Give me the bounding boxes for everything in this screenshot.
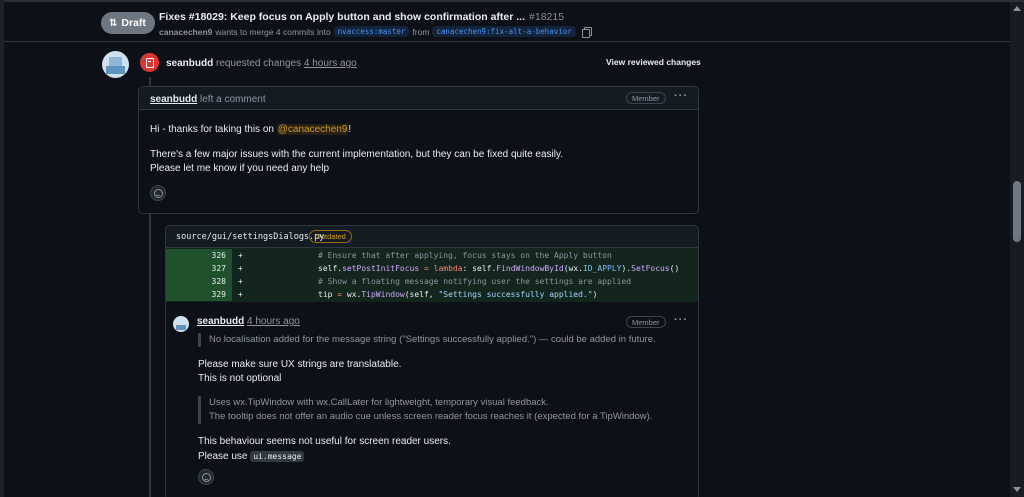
comment-header: seanbudd left a comment Member ··· <box>139 87 698 110</box>
review-action: requested changes <box>216 58 302 69</box>
line-number[interactable]: 326 <box>166 249 232 262</box>
kebab-horizontal-icon[interactable]: ··· <box>674 314 688 326</box>
draft-badge: ⇅ Draft <box>101 12 155 34</box>
diff-line: 328 + # Show a floating message notifyin… <box>166 275 698 288</box>
blockquote: Uses wx.TipWindow with wx.CallLater for … <box>198 396 652 424</box>
review-timestamp[interactable]: 4 hours ago <box>304 58 357 69</box>
reply-text: This is not optional <box>198 373 282 384</box>
reply-text: Please use ui.message <box>198 450 305 464</box>
file-path[interactable]: source/gui/settingsDialogs.py <box>176 232 324 242</box>
kebab-horizontal-icon[interactable]: ··· <box>674 90 688 102</box>
diff-code: # Ensure that after applying, focus stay… <box>318 251 612 260</box>
diff-line: 327 + self.setPostInitFocus = lambda: se… <box>166 262 698 275</box>
pr-title[interactable]: Fixes #18029: Keep focus on Apply button… <box>159 11 564 23</box>
smiley-icon[interactable] <box>150 185 166 201</box>
review-thread: source/gui/settingsDialogs.py Outdated 3… <box>165 225 699 497</box>
comment-line-2: There's a few major issues with the curr… <box>150 149 564 160</box>
file-diff-icon <box>140 53 159 72</box>
view-reviewed-changes-button[interactable]: View reviewed changes <box>606 57 701 67</box>
user-mention[interactable]: @canacechen9 <box>276 124 349 135</box>
line-number[interactable]: 328 <box>166 275 232 288</box>
window-left-border <box>0 0 4 497</box>
comment-author-link[interactable]: seanbudd <box>150 94 197 105</box>
comment-text: ! <box>348 124 352 135</box>
diff-sign: + <box>238 277 243 286</box>
blockquote: No localisation added for the message st… <box>198 333 656 347</box>
scrollbar-thumb[interactable] <box>1013 181 1021 242</box>
pr-sticky-header: ⇅ Draft Fixes #18029: Keep focus on Appl… <box>4 2 1010 42</box>
reply-header: seanbudd 4 hours ago <box>197 316 300 327</box>
scroll-down-arrow-icon[interactable] <box>1013 487 1021 492</box>
pr-author-link[interactable]: canacechen9 <box>159 27 212 37</box>
reply-text-prefix: Please use <box>198 451 251 462</box>
pr-title-text[interactable]: Fixes #18029: Keep focus on Apply button… <box>159 11 525 23</box>
diff-sign: + <box>238 264 243 273</box>
merge-from-text: from <box>412 26 430 37</box>
pr-number: #18215 <box>529 11 565 23</box>
diff-line: 329 + tip = wx.TipWindow(self, "Settings… <box>166 288 698 301</box>
diff-hunk: 326 + # Ensure that after applying, focu… <box>166 248 698 302</box>
avatar[interactable] <box>173 316 189 332</box>
inline-code: ui.message <box>250 451 305 462</box>
diff-sign: + <box>238 251 243 260</box>
member-badge: Member <box>626 92 666 104</box>
diff-code: # Show a floating message notifying user… <box>318 277 632 286</box>
merge-text: wants to merge 4 commits into <box>215 26 331 37</box>
comment-author-line: seanbudd left a comment <box>150 94 266 105</box>
reply-author-link[interactable]: seanbudd <box>197 316 244 327</box>
comment-line-3: Please let me know if you need any help <box>150 163 329 174</box>
head-branch[interactable]: canacechen9:fix-alt-a-behavior <box>432 26 576 37</box>
reply-timestamp[interactable]: 4 hours ago <box>247 316 300 327</box>
member-badge: Member <box>626 316 666 328</box>
diff-sign: + <box>238 290 243 299</box>
draft-label: Draft <box>121 17 146 29</box>
reply-text: Please make sure UX strings are translat… <box>198 359 402 370</box>
scroll-up-arrow-icon[interactable] <box>1013 6 1021 11</box>
review-event: seanbudd requested changes 4 hours ago <box>166 58 357 69</box>
reply-text: This behaviour seems not useful for scre… <box>198 436 451 447</box>
line-number[interactable]: 329 <box>166 288 232 301</box>
git-pull-request-draft-icon: ⇅ <box>109 17 118 29</box>
diff-code: tip = wx.TipWindow(self, "Settings succe… <box>318 290 598 299</box>
blockquote-line: The tooltip does not offer an audio cue … <box>209 411 653 422</box>
blockquote-line: Uses wx.TipWindow with wx.CallLater for … <box>209 397 549 408</box>
comment-action: left a comment <box>200 94 266 105</box>
copy-icon[interactable] <box>581 26 592 38</box>
line-number[interactable]: 327 <box>166 262 232 275</box>
review-author-link[interactable]: seanbudd <box>166 58 213 69</box>
diff-code: self.setPostInitFocus = lambda: self.Fin… <box>318 264 680 273</box>
outdated-badge: Outdated <box>309 230 352 243</box>
review-comment: seanbudd left a comment Member ··· Hi - … <box>138 86 699 214</box>
comment-text: Hi - thanks for taking this on <box>150 124 277 135</box>
thread-file-header: source/gui/settingsDialogs.py Outdated <box>166 226 698 248</box>
smiley-icon[interactable] <box>198 469 214 485</box>
avatar[interactable] <box>102 51 129 78</box>
base-branch[interactable]: nvaccess:master <box>333 26 410 37</box>
pr-merge-info: canacechen9 wants to merge 4 commits int… <box>159 26 592 38</box>
diff-line: 326 + # Ensure that after applying, focu… <box>166 249 698 262</box>
vertical-scrollbar[interactable] <box>1010 2 1024 497</box>
comment-line-1: Hi - thanks for taking this on @canacech… <box>150 123 351 137</box>
